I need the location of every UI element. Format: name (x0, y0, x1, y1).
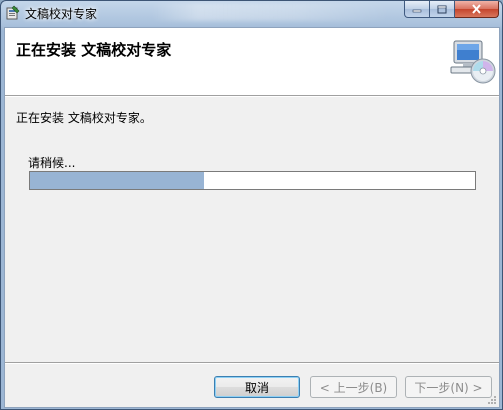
caption-buttons (404, 1, 499, 19)
dialog-client-area: 正在安装 文稿校对专家 正在安装 文稿校对专家。 请稍候... 取消 < 上一步… (4, 27, 500, 408)
banner-separator (5, 96, 499, 97)
maximize-button[interactable] (430, 1, 455, 18)
banner-title: 正在安装 文稿校对专家 (16, 41, 172, 59)
please-wait-text: 请稍候... (28, 156, 76, 170)
next-button[interactable]: 下一步(N) > (405, 376, 492, 398)
back-button[interactable]: < 上一步(B) (310, 376, 397, 398)
install-progress-bar (29, 171, 476, 190)
close-button[interactable] (455, 1, 499, 18)
installer-app-icon[interactable] (5, 5, 21, 21)
maximize-icon (437, 5, 447, 13)
install-status-text: 正在安装 文稿校对专家。 (16, 111, 152, 125)
footer-separator (5, 362, 499, 364)
window-title: 文稿校对专家 (25, 7, 98, 21)
close-icon (472, 4, 481, 14)
cancel-button[interactable]: 取消 (214, 376, 300, 398)
header-banner: 正在安装 文稿校对专家 (5, 28, 499, 96)
title-bar[interactable]: 文稿校对专家 (1, 1, 502, 27)
resize-grip-icon[interactable] (487, 395, 497, 405)
minimize-icon (412, 9, 422, 13)
progress-fill (30, 172, 204, 189)
minimize-button[interactable] (404, 1, 430, 18)
computer-cd-icon (450, 40, 496, 84)
installer-window: 文稿校对专家 正在安装 文稿校对专家 正在安装 文稿校对专家。 请稍候... 取… (0, 0, 503, 410)
title-bar-glass (151, 3, 391, 21)
